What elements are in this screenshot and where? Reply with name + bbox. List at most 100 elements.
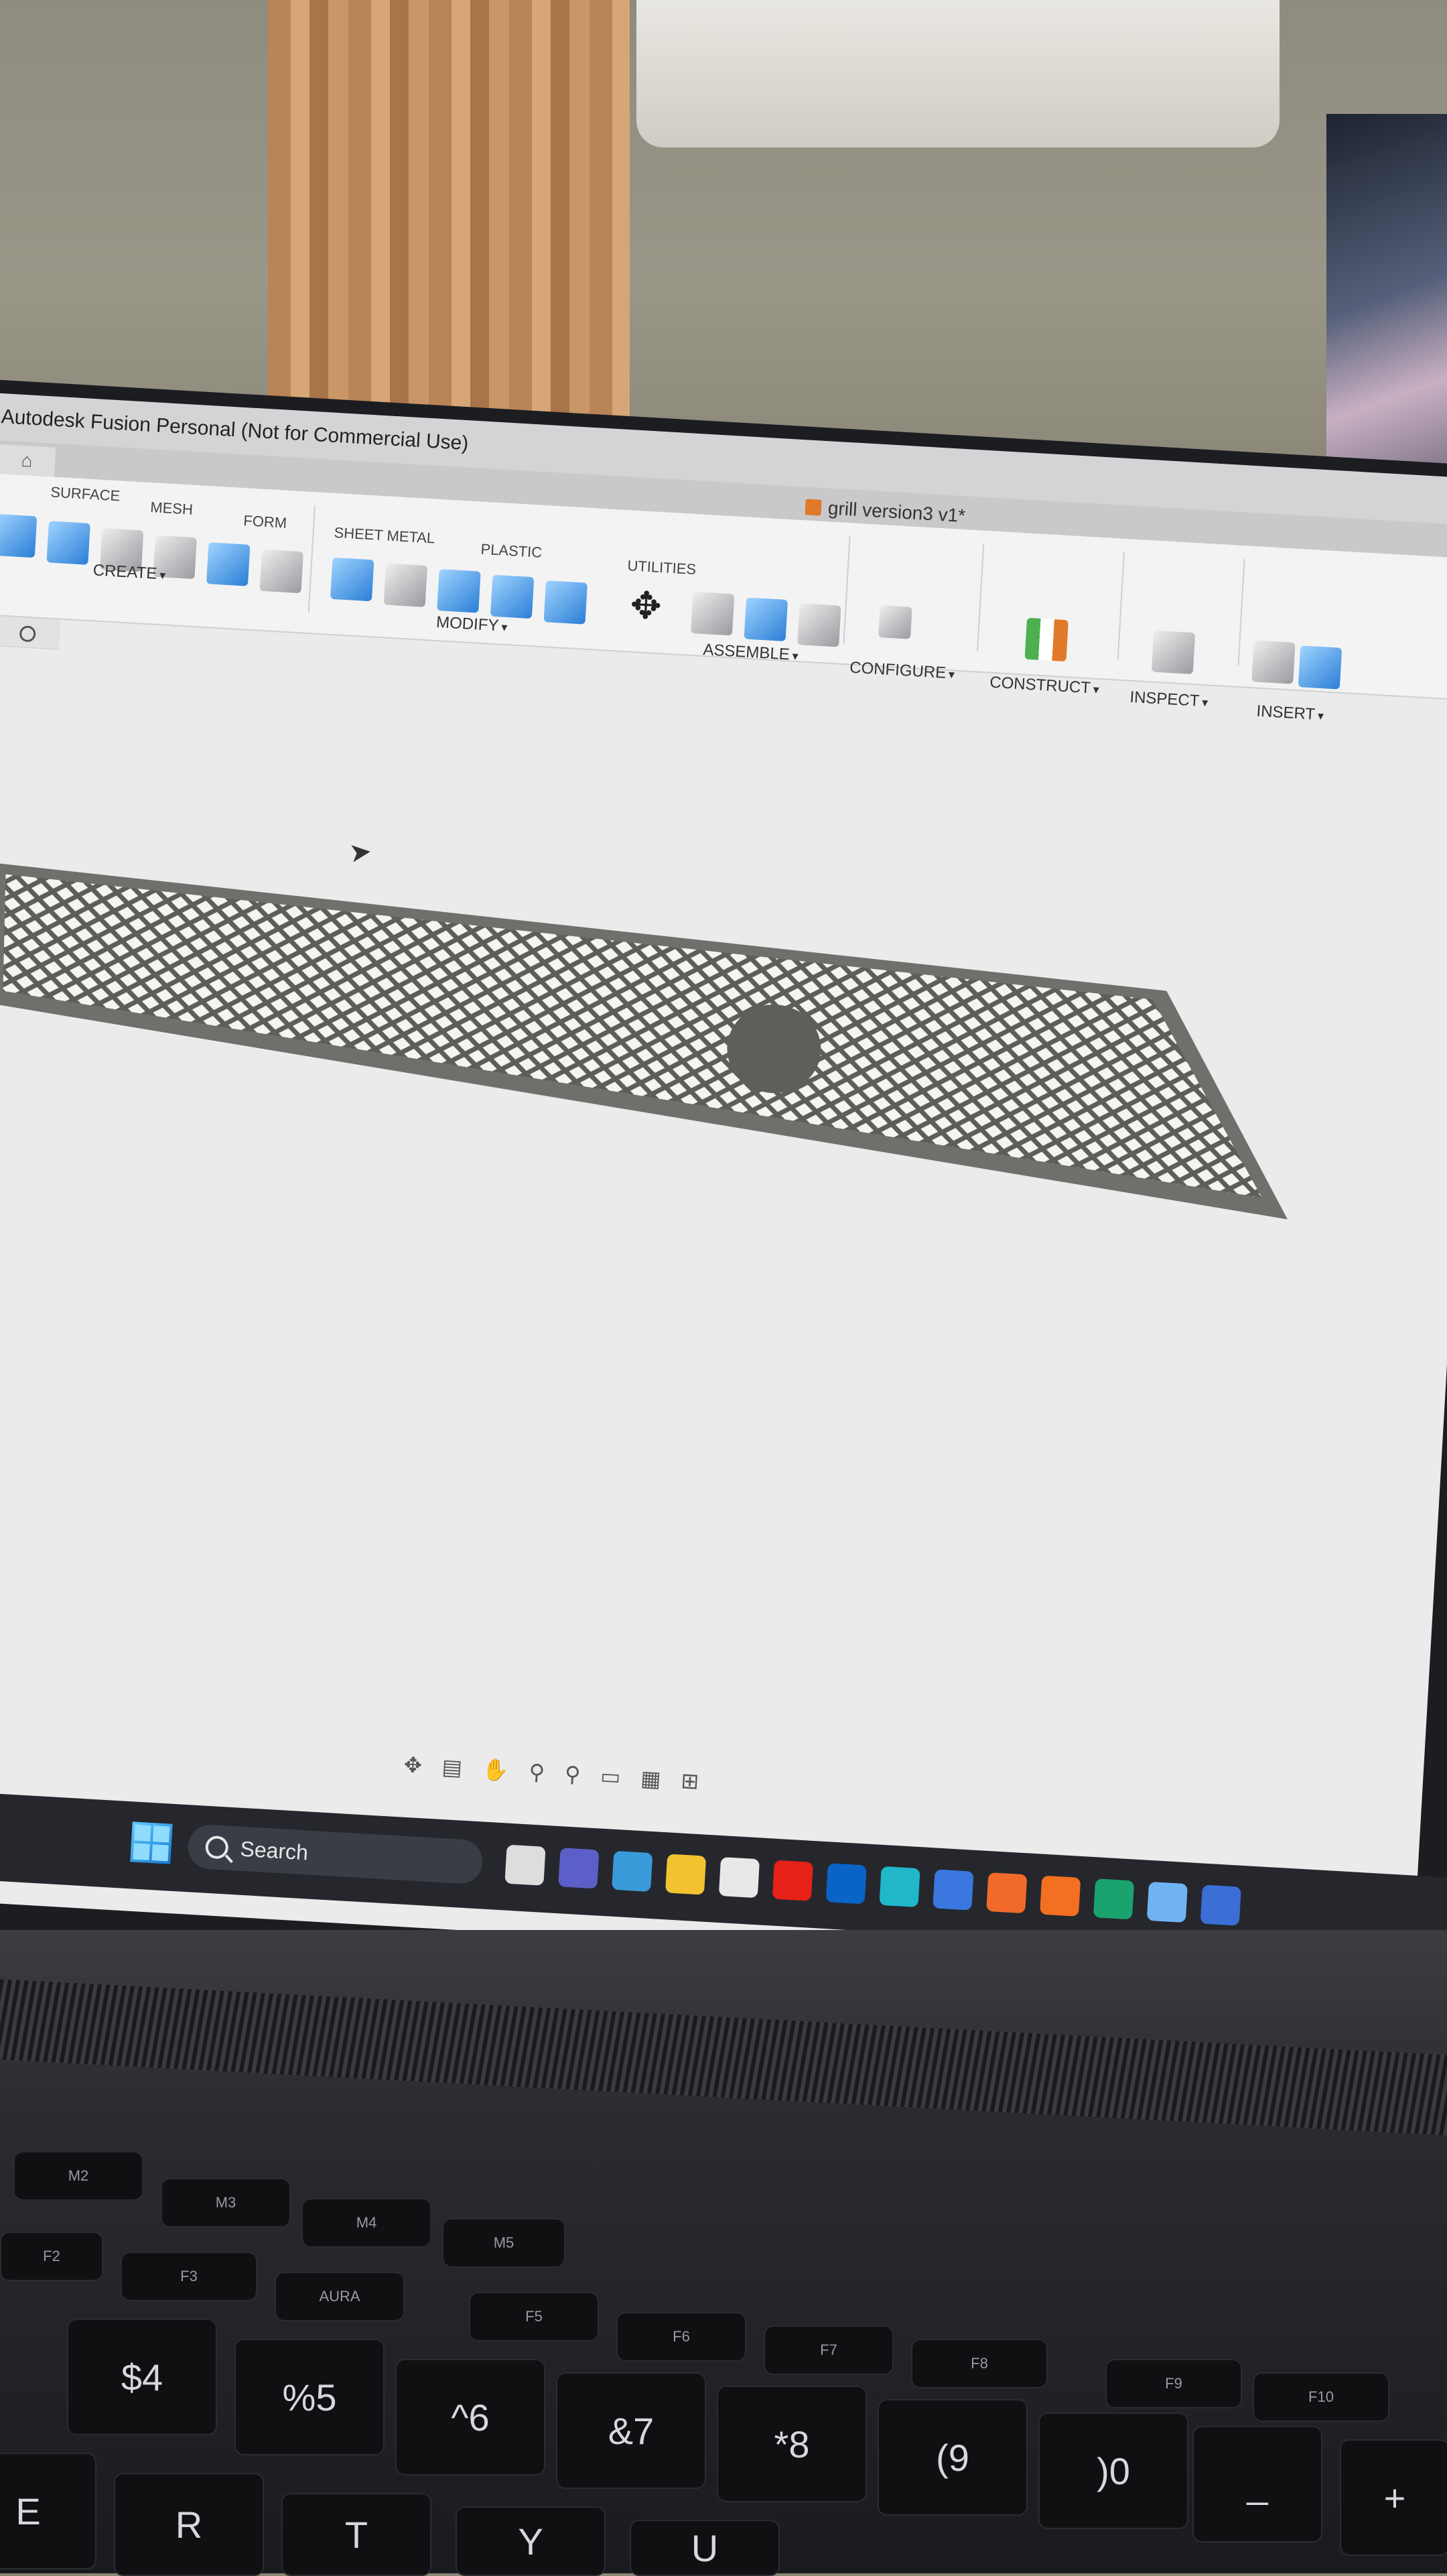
insert-derive-icon[interactable]: [1251, 640, 1296, 684]
cone-icon[interactable]: [206, 542, 251, 586]
laptop-screen: Autodesk Fusion Personal (Not for Commer…: [0, 389, 1447, 1986]
microsoft-store-icon[interactable]: [718, 1857, 760, 1898]
create-group: SURFACE MESH FORM CREATE ▾: [0, 474, 312, 633]
document-icon: [805, 499, 822, 516]
key-8[interactable]: *8: [717, 2386, 867, 2502]
key-9[interactable]: (9: [878, 2399, 1028, 2516]
key-f9[interactable]: F9: [1105, 2359, 1242, 2408]
outlook-icon[interactable]: [825, 1863, 867, 1905]
mesh-tab[interactable]: MESH: [150, 499, 194, 519]
search-app-icon[interactable]: [612, 1850, 653, 1892]
joint-icon[interactable]: [690, 591, 735, 636]
key-f3[interactable]: F3: [121, 2252, 257, 2301]
teams-icon[interactable]: [558, 1848, 600, 1889]
assemble-menu[interactable]: ASSEMBLE ▾: [703, 641, 799, 665]
key-r[interactable]: R: [114, 2473, 264, 2576]
construct-plane-icon[interactable]: [1024, 617, 1069, 662]
visibility-icon[interactable]: [19, 625, 36, 643]
pan-icon[interactable]: ✋: [482, 1756, 510, 1783]
chevron-down-icon: ▾: [792, 649, 799, 663]
grid-settings-icon[interactable]: ▦: [640, 1765, 661, 1792]
zoom-window-icon[interactable]: ⚲: [564, 1761, 581, 1787]
orbit-icon[interactable]: ✥: [403, 1752, 423, 1778]
create-label: CREATE: [92, 561, 158, 583]
key-6[interactable]: ^6: [395, 2359, 545, 2475]
key-y[interactable]: Y: [456, 2506, 606, 2576]
key-4[interactable]: $4: [67, 2319, 217, 2435]
fillet-icon[interactable]: [383, 563, 428, 607]
surface-tab[interactable]: SURFACE: [50, 484, 121, 505]
grill-3d-model[interactable]: [0, 862, 1304, 1232]
task-view-icon[interactable]: [504, 1844, 546, 1886]
key-f6[interactable]: F6: [616, 2312, 746, 2362]
display-settings-icon[interactable]: ▭: [600, 1763, 621, 1790]
modify-label: MODIFY: [435, 613, 500, 635]
app-circle-icon[interactable]: [986, 1872, 1028, 1914]
key-7[interactable]: &7: [556, 2372, 706, 2489]
construct-menu[interactable]: CONSTRUCT ▾: [989, 673, 1100, 698]
key-5[interactable]: %5: [234, 2339, 385, 2455]
canva-icon[interactable]: [879, 1866, 920, 1908]
modify-menu[interactable]: MODIFY ▾: [435, 613, 508, 636]
measure-icon[interactable]: [1151, 630, 1196, 675]
new-component-icon[interactable]: [744, 597, 788, 642]
pipe-icon[interactable]: [259, 549, 303, 594]
offset-face-icon[interactable]: [543, 580, 588, 625]
move-icon[interactable]: ✥: [624, 584, 667, 628]
sheet-metal-tab[interactable]: SHEET METAL: [334, 524, 435, 548]
key-m3[interactable]: M3: [161, 2178, 291, 2228]
key-f5[interactable]: F5: [469, 2292, 599, 2341]
key-m2[interactable]: M2: [13, 2151, 143, 2201]
key-minus[interactable]: _: [1192, 2426, 1322, 2542]
mouse-cursor-icon: ➤: [347, 836, 374, 868]
key-f2[interactable]: F2: [0, 2232, 103, 2281]
key-aura[interactable]: AURA: [275, 2272, 405, 2321]
divider: [1117, 552, 1125, 659]
zoom-icon[interactable]: ⚲: [529, 1759, 546, 1785]
chevron-down-icon: ▾: [1093, 682, 1100, 697]
construct-group: CONSTRUCT ▾: [983, 531, 1119, 697]
form-tab[interactable]: FORM: [243, 512, 287, 532]
revolve-icon[interactable]: [46, 521, 90, 565]
key-f7[interactable]: F7: [764, 2325, 894, 2375]
key-m4[interactable]: M4: [301, 2198, 431, 2248]
file-explorer-icon[interactable]: [665, 1854, 707, 1895]
shell-icon[interactable]: [437, 569, 481, 613]
assemble-group: UTILITIES ✥ ASSEMBLE ▾: [616, 510, 845, 663]
key-m5[interactable]: M5: [442, 2218, 565, 2268]
app-bird-icon[interactable]: [1146, 1881, 1188, 1923]
youtube-icon[interactable]: [772, 1860, 813, 1901]
key-f10[interactable]: F10: [1253, 2372, 1389, 2422]
viewports-icon[interactable]: ⊞: [680, 1768, 700, 1794]
key-plus[interactable]: +: [1340, 2439, 1447, 2556]
inspect-menu[interactable]: INSPECT ▾: [1129, 688, 1209, 712]
utilities-tab[interactable]: UTILITIES: [627, 557, 697, 578]
extrude-icon[interactable]: [0, 513, 38, 558]
insert-menu[interactable]: INSERT ▾: [1256, 702, 1324, 725]
configure-menu[interactable]: CONFIGURE ▾: [849, 659, 955, 684]
key-t[interactable]: T: [281, 2493, 431, 2576]
fusion-icon[interactable]: [1040, 1875, 1081, 1917]
configure-icon[interactable]: [878, 605, 912, 639]
taskbar-search[interactable]: Search: [186, 1823, 484, 1885]
edge-icon[interactable]: [1093, 1878, 1135, 1920]
app-c-icon[interactable]: [1200, 1884, 1241, 1926]
key-0[interactable]: )0: [1038, 2412, 1188, 2529]
home-tab[interactable]: ⌂: [0, 444, 56, 477]
start-button[interactable]: [130, 1821, 173, 1864]
insert-image-icon[interactable]: [1298, 645, 1342, 690]
inspect-label: INSPECT: [1129, 688, 1200, 710]
construct-label: CONSTRUCT: [989, 673, 1091, 698]
app-box-icon[interactable]: [933, 1869, 974, 1911]
key-f8[interactable]: F8: [911, 2339, 1048, 2388]
key-e[interactable]: E: [0, 2453, 96, 2569]
press-pull-icon[interactable]: [330, 557, 374, 602]
chevron-down-icon: ▾: [500, 620, 508, 635]
look-at-icon[interactable]: ▤: [441, 1754, 463, 1781]
as-built-joint-icon[interactable]: [797, 603, 841, 647]
search-placeholder: Search: [239, 1836, 309, 1865]
create-menu[interactable]: CREATE ▾: [92, 561, 166, 584]
plastic-tab[interactable]: PLASTIC: [480, 541, 543, 562]
key-u[interactable]: U: [630, 2520, 780, 2576]
combine-icon[interactable]: [490, 574, 535, 619]
